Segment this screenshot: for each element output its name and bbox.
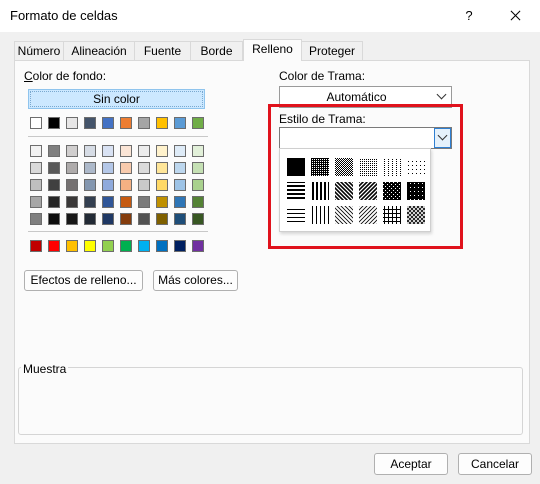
color-swatch[interactable] [48,145,60,157]
color-swatch[interactable] [156,145,168,157]
close-icon[interactable] [492,0,538,32]
color-swatch[interactable] [102,162,114,174]
color-swatch[interactable] [156,240,168,252]
help-button[interactable]: ? [446,0,492,32]
color-swatch[interactable] [66,117,78,129]
color-swatch[interactable] [192,145,204,157]
color-swatch[interactable] [192,196,204,208]
color-swatch[interactable] [174,117,186,129]
color-swatch[interactable] [156,117,168,129]
palette-divider-2 [28,231,208,232]
color-swatch[interactable] [120,145,132,157]
color-swatch[interactable] [102,213,114,225]
color-swatch[interactable] [138,179,150,191]
color-swatch[interactable] [156,213,168,225]
color-swatch[interactable] [156,196,168,208]
title-bar: Formato de celdas ? [0,0,540,32]
color-swatch[interactable] [30,196,42,208]
color-swatch[interactable] [102,196,114,208]
tab-relleno[interactable]: Relleno [243,39,302,61]
color-swatch[interactable] [120,179,132,191]
color-swatch[interactable] [138,162,150,174]
color-swatch[interactable] [30,179,42,191]
color-swatch[interactable] [66,196,78,208]
color-swatch[interactable] [120,213,132,225]
color-swatch[interactable] [174,213,186,225]
tab-fuente[interactable]: Fuente [134,41,191,60]
color-swatch[interactable] [84,145,96,157]
color-swatch[interactable] [120,240,132,252]
color-swatch[interactable] [102,117,114,129]
color-swatch[interactable] [120,162,132,174]
color-swatch[interactable] [138,240,150,252]
color-swatch[interactable] [66,162,78,174]
color-swatch[interactable] [174,145,186,157]
color-swatch[interactable] [156,179,168,191]
color-swatch[interactable] [84,179,96,191]
color-swatch[interactable] [48,196,60,208]
tab-alineacion[interactable]: Alineación [63,41,135,60]
color-swatch[interactable] [138,213,150,225]
color-swatch[interactable] [192,179,204,191]
sample-preview [18,367,523,435]
color-swatch[interactable] [30,162,42,174]
color-swatch[interactable] [138,117,150,129]
color-swatch[interactable] [66,179,78,191]
color-swatch[interactable] [48,240,60,252]
tab-numero[interactable]: Número [14,41,64,60]
color-swatch[interactable] [120,117,132,129]
color-swatch[interactable] [30,117,42,129]
color-swatch[interactable] [84,162,96,174]
color-swatch[interactable] [102,179,114,191]
color-swatch[interactable] [174,162,186,174]
color-swatch[interactable] [66,213,78,225]
color-swatch[interactable] [66,240,78,252]
color-swatch[interactable] [138,196,150,208]
palette-divider [28,136,208,137]
color-swatch[interactable] [48,117,60,129]
no-color-button[interactable]: Sin color [28,89,205,109]
color-swatch[interactable] [174,240,186,252]
color-swatch[interactable] [66,145,78,157]
color-swatch[interactable] [84,240,96,252]
color-swatch[interactable] [30,145,42,157]
color-swatch[interactable] [192,240,204,252]
sample-label: Muestra [21,362,69,376]
window-title: Formato de celdas [10,8,118,23]
color-swatch[interactable] [48,213,60,225]
color-swatch[interactable] [30,213,42,225]
color-swatch[interactable] [84,196,96,208]
fill-effects-button[interactable]: Efectos de relleno... [24,270,143,291]
color-swatch[interactable] [138,145,150,157]
color-swatch[interactable] [174,179,186,191]
color-swatch[interactable] [156,162,168,174]
color-swatch[interactable] [102,240,114,252]
color-swatch[interactable] [30,240,42,252]
color-swatch[interactable] [48,179,60,191]
color-swatch[interactable] [84,117,96,129]
red-highlight-box [268,104,463,249]
color-swatch[interactable] [192,162,204,174]
color-swatch[interactable] [174,196,186,208]
color-swatch[interactable] [102,145,114,157]
tab-borde[interactable]: Borde [190,41,243,60]
ok-button[interactable]: Aceptar [374,453,448,475]
color-swatch[interactable] [48,162,60,174]
color-swatch[interactable] [84,213,96,225]
cancel-button[interactable]: Cancelar [458,453,532,475]
color-swatch[interactable] [192,213,204,225]
pattern-color-label: Color de Trama: [279,69,366,83]
color-swatch[interactable] [120,196,132,208]
color-swatch[interactable] [192,117,204,129]
background-color-label: Color de fondo: [24,69,107,83]
tab-proteger[interactable]: Proteger [301,41,363,60]
more-colors-button[interactable]: Más colores... [153,270,238,291]
